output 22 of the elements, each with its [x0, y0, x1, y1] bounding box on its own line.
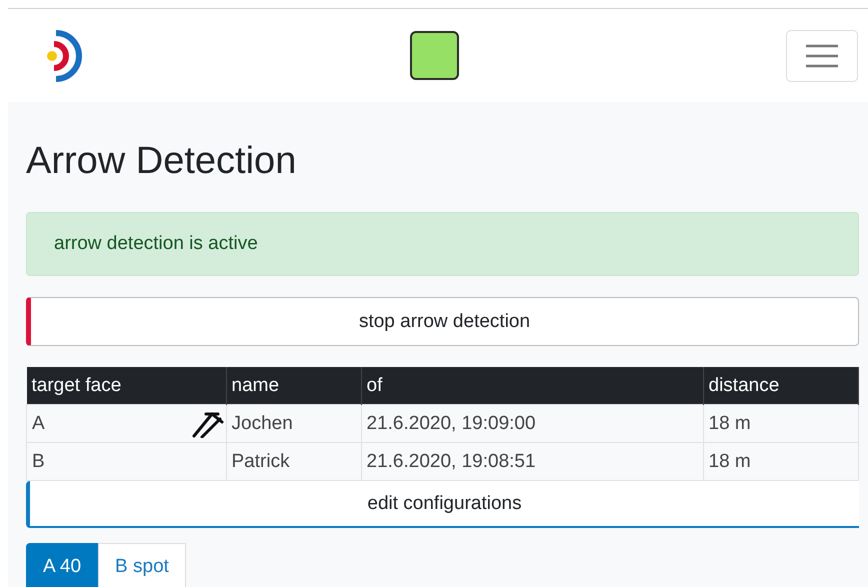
column-header: target face: [26, 367, 226, 404]
table-cell: Patrick: [226, 442, 361, 480]
edit-configurations-button[interactable]: edit configurations: [26, 481, 859, 528]
stop-detection-button[interactable]: stop arrow detection: [26, 297, 859, 346]
column-header: distance: [703, 367, 858, 404]
table-cell: 21.6.2020, 19:08:51: [361, 442, 703, 480]
table-cell: 21.6.2020, 19:09:00: [361, 404, 703, 442]
target-face-button[interactable]: A 40: [26, 543, 98, 587]
target-face-button[interactable]: B spot: [98, 543, 186, 587]
menu-icon: [805, 42, 839, 68]
table-cell: 18 m: [703, 404, 858, 442]
page-title: Arrow Detection: [26, 139, 298, 184]
menu-button[interactable]: [786, 30, 858, 82]
table-cell: 18 m: [703, 442, 858, 480]
table-cell: A: [26, 404, 226, 442]
column-header: of: [361, 367, 703, 404]
target-logo[interactable]: [46, 28, 82, 82]
table-cell: B: [26, 442, 226, 480]
table-cell: Jochen: [226, 404, 361, 442]
status-alert: arrow detection is active: [26, 212, 859, 276]
column-header: name: [226, 367, 361, 404]
arrows-icon: [192, 410, 224, 438]
